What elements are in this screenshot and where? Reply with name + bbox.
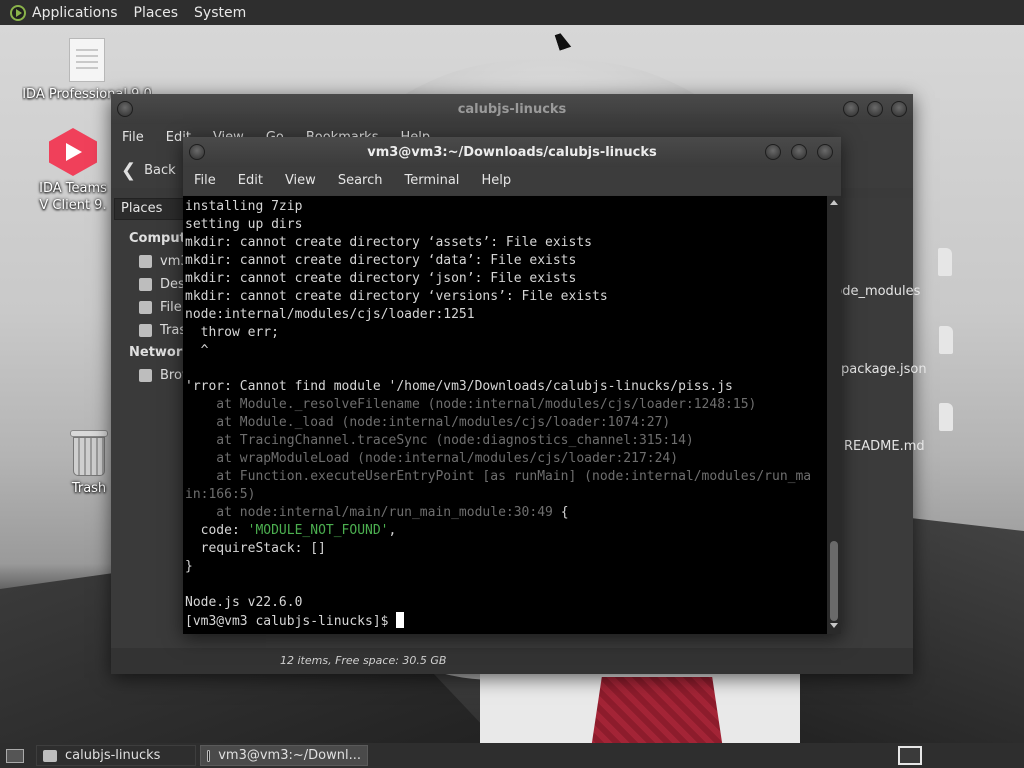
file-item[interactable]: README.md (844, 403, 953, 454)
terminal-line: ^ (185, 343, 209, 358)
terminal-line: mkdir: cannot create directory ‘versions… (185, 289, 608, 304)
status-bar-left (111, 648, 266, 674)
term-menu-terminal[interactable]: Terminal (393, 167, 470, 195)
terminal-line: in:166:5) (185, 487, 256, 502)
trash-icon (139, 324, 152, 337)
taskbar-label: vm3@vm3:~/Downl... (218, 748, 361, 763)
terminal-line: installing 7zip (185, 199, 303, 214)
window-title: calubjs-linucks (457, 101, 567, 117)
window-menu-icon[interactable] (117, 101, 133, 117)
terminal-line: throw err; (185, 325, 279, 340)
desktop-icon-label: IDA Teams V Client 9. (39, 181, 107, 213)
terminal-line: mkdir: cannot create directory ‘data’: F… (185, 253, 577, 268)
workspace-switcher[interactable] (898, 746, 922, 765)
terminal-menubar: File Edit View Search Terminal Help (183, 167, 841, 195)
terminal-line: [vm3@vm3 calubjs-linucks]$ (185, 612, 841, 630)
window-title: vm3@vm3:~/Downloads/calubjs-linucks (367, 144, 657, 160)
desktop-icon-ida-teams[interactable]: IDA Teams V Client 9. (34, 128, 112, 214)
terminal-line: } (185, 559, 193, 574)
terminal-line: at Module._load (node:internal/modules/c… (185, 415, 671, 430)
file-item[interactable]: node_modules (826, 248, 952, 299)
menu-applications[interactable]: Applications (32, 0, 126, 25)
terminal-scrollbar[interactable] (827, 196, 841, 634)
terminal-line: 'rror: Cannot find module '/home/vm3/Dow… (185, 379, 733, 394)
back-button[interactable]: Back (144, 163, 176, 178)
file-label: node_modules (826, 284, 921, 299)
menu-system[interactable]: System (186, 0, 254, 25)
folder-icon (43, 749, 57, 762)
show-desktop-icon[interactable] (6, 748, 24, 763)
close-button[interactable] (891, 101, 907, 117)
terminal-line: at TracingChannel.traceSync (node:diagno… (185, 433, 694, 448)
scroll-down-icon[interactable] (830, 623, 838, 628)
terminal-line: at Module._resolveFilename (node:interna… (185, 397, 757, 412)
terminal-output[interactable]: installing 7zip setting up dirs mkdir: can… (183, 196, 841, 634)
markdown-file-icon (939, 403, 953, 431)
term-menu-view[interactable]: View (274, 167, 327, 195)
taskbar-item-terminal[interactable]: vm3@vm3:~/Downl... (200, 745, 368, 766)
trash-icon (70, 430, 108, 476)
term-menu-search[interactable]: Search (327, 167, 394, 195)
maximize-button[interactable] (867, 101, 883, 117)
fm-menu-file[interactable]: File (111, 124, 155, 152)
term-menu-edit[interactable]: Edit (227, 167, 274, 195)
network-icon (139, 369, 152, 382)
term-menu-file[interactable]: File (183, 167, 227, 195)
menu-places[interactable]: Places (126, 0, 187, 25)
window-menu-icon[interactable] (189, 144, 205, 160)
back-arrow-icon[interactable]: ❮ (121, 160, 136, 181)
terminal-line: at wrapModuleLoad (node:internal/modules… (185, 451, 679, 466)
file-label: README.md (844, 439, 925, 454)
term-menu-help[interactable]: Help (470, 167, 522, 195)
close-button[interactable] (817, 144, 833, 160)
terminal-line: requireStack: [] (185, 541, 326, 556)
home-icon (139, 255, 152, 268)
file-label: package.json (841, 362, 927, 377)
taskbar-item-file-manager[interactable]: calubjs-linucks (36, 745, 196, 766)
bottom-panel: calubjs-linucks vm3@vm3:~/Downl... (0, 743, 1024, 768)
drive-icon (139, 301, 152, 314)
terminal-line: mkdir: cannot create directory ‘json’: F… (185, 271, 577, 286)
maximize-button[interactable] (791, 144, 807, 160)
minimize-button[interactable] (765, 144, 781, 160)
taskbar-label: calubjs-linucks (65, 748, 161, 763)
wallpaper-tie (588, 677, 726, 743)
minimize-button[interactable] (843, 101, 859, 117)
file-manager-titlebar[interactable]: calubjs-linucks (111, 94, 913, 124)
file-item[interactable]: package.json (841, 326, 953, 377)
json-file-icon (939, 326, 953, 354)
terminal-line: at node:internal/main/run_main_module:30… (185, 505, 569, 520)
terminal-titlebar[interactable]: vm3@vm3:~/Downloads/calubjs-linucks (183, 137, 841, 167)
terminal-line: code: 'MODULE_NOT_FOUND', (185, 523, 397, 538)
status-bar: 12 items, Free space: 30.5 GB (266, 648, 913, 674)
terminal-line: node:internal/modules/cjs/loader:1251 (185, 307, 475, 322)
terminal-line: at Function.executeUserEntryPoint [as ru… (185, 469, 812, 484)
text-cursor (396, 612, 405, 628)
terminal-line: setting up dirs (185, 217, 303, 232)
terminal-line: mkdir: cannot create directory ‘assets’:… (185, 235, 592, 250)
desktop-icon (139, 278, 152, 291)
scrollbar-thumb[interactable] (830, 541, 838, 621)
folder-icon (938, 248, 952, 276)
applications-logo-icon[interactable] (10, 4, 26, 21)
document-icon (69, 38, 105, 82)
ida-teams-icon (49, 128, 97, 176)
terminal-icon (207, 749, 211, 762)
terminal-window[interactable]: vm3@vm3:~/Downloads/calubjs-linucks File… (183, 137, 841, 634)
terminal-line: Node.js v22.6.0 (185, 595, 303, 610)
top-panel: Applications Places System (0, 0, 1024, 25)
scroll-up-icon[interactable] (830, 200, 838, 205)
